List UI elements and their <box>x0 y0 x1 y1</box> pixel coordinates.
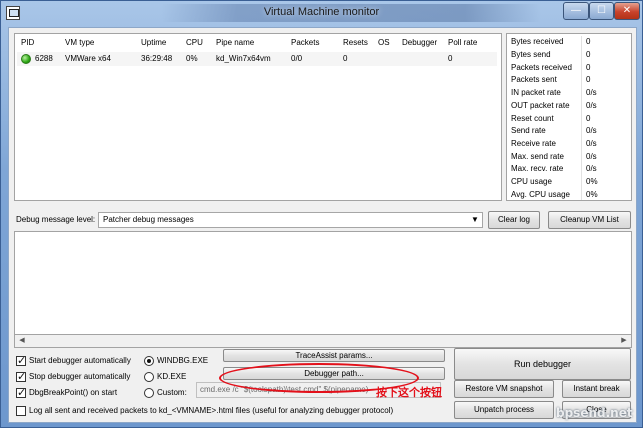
cell-cpu: 0% <box>186 54 198 63</box>
col-header-debugger[interactable]: Debugger <box>402 38 437 50</box>
log-packets-label: Log all sent and received packets to kd_… <box>29 406 394 415</box>
stop-debugger-auto-checkbox[interactable] <box>16 370 26 383</box>
cleanup-vm-list-button[interactable]: Cleanup VM List <box>548 211 631 229</box>
stat-value: 0/s <box>586 164 597 173</box>
debug-log-area[interactable] <box>14 231 632 348</box>
stat-label: CPU usage <box>511 177 552 186</box>
log-packets-checkbox[interactable] <box>16 406 26 416</box>
debug-level-value: Patcher debug messages <box>103 215 194 224</box>
cleanup-vm-list-label: Cleanup VM List <box>560 215 619 224</box>
stat-label: Receive rate <box>511 139 556 148</box>
window-title: Virtual Machine monitor <box>263 6 380 18</box>
trace-assist-params-label: TraceAssist params... <box>295 351 373 360</box>
stat-label: Avg. CPU usage <box>511 190 570 199</box>
col-header-os[interactable]: OS <box>378 38 390 50</box>
col-header-pipe-name[interactable]: Pipe name <box>216 38 254 50</box>
custom-debugger-label: Custom: <box>157 388 187 397</box>
cell-poll-rate: 0 <box>448 54 453 63</box>
stat-label: Max. send rate <box>511 152 564 161</box>
stat-label: Packets received <box>511 63 572 72</box>
stat-label: Packets sent <box>511 75 557 84</box>
restore-vm-snapshot-button[interactable]: Restore VM snapshot <box>454 380 554 398</box>
stat-value: 0 <box>586 114 591 123</box>
statistics-panel: Bytes received 0 Bytes send 0 Packets re… <box>506 33 632 201</box>
windbg-label: WINDBG.EXE <box>157 356 209 365</box>
trace-assist-params-button[interactable]: TraceAssist params... <box>223 349 445 362</box>
stat-value: 0/s <box>586 88 597 97</box>
cell-uptime: 36:29:48 <box>141 54 173 63</box>
scroll-right-icon[interactable]: ▶ <box>617 335 631 347</box>
maximize-button[interactable]: ☐ <box>589 2 614 20</box>
stat-value: 0 <box>586 37 591 46</box>
stat-label: OUT packet rate <box>511 101 570 110</box>
watermark: bpsend.net <box>556 406 633 420</box>
clear-log-button[interactable]: Clear log <box>488 211 540 229</box>
client-area: PID VM type Uptime CPU Pipe name Packets… <box>8 27 637 423</box>
stats-divider <box>581 36 582 200</box>
col-header-cpu[interactable]: CPU <box>186 38 203 50</box>
col-header-uptime[interactable]: Uptime <box>141 38 166 50</box>
close-window-button[interactable]: ✕ <box>614 2 640 20</box>
scroll-left-icon[interactable]: ◀ <box>15 335 29 347</box>
custom-debugger-radio[interactable] <box>144 388 154 398</box>
kd-label: KD.EXE <box>157 372 187 381</box>
debug-level-label: Debug message level: <box>16 215 96 224</box>
stat-value: 0 <box>586 63 591 72</box>
windbg-radio[interactable] <box>144 356 154 366</box>
log-horizontal-scrollbar[interactable]: ◀ ▶ <box>14 334 632 348</box>
vm-monitor-window: Virtual Machine monitor — ☐ ✕ PID VM typ… <box>0 0 643 428</box>
unpatch-process-button[interactable]: Unpatch process <box>454 401 554 419</box>
col-header-vm-type[interactable]: VM type <box>65 38 94 50</box>
debug-level-select[interactable]: Patcher debug messages ▼ <box>98 212 483 228</box>
stat-value: 0% <box>586 177 598 186</box>
stat-label: Reset count <box>511 114 554 123</box>
start-debugger-auto-checkbox[interactable] <box>16 354 26 367</box>
stat-label: IN packet rate <box>511 88 561 97</box>
cell-packets: 0/0 <box>291 54 303 63</box>
vm-list[interactable]: PID VM type Uptime CPU Pipe name Packets… <box>14 33 502 201</box>
annotation-text: 按下这个按钮 <box>376 386 442 399</box>
stat-label: Max. recv. rate <box>511 164 564 173</box>
stat-value: 0 <box>586 50 591 59</box>
stat-label: Bytes received <box>511 37 564 46</box>
minimize-button[interactable]: — <box>563 2 589 20</box>
stat-value: 0/s <box>586 139 597 148</box>
stat-label: Bytes send <box>511 50 551 59</box>
kd-radio[interactable] <box>144 372 154 382</box>
cell-pipe-name: kd_Win7x64vm <box>216 54 271 63</box>
stop-debugger-auto-label: Stop debugger automatically <box>29 372 131 381</box>
run-debugger-label: Run debugger <box>513 359 572 369</box>
chevron-down-icon[interactable]: ▼ <box>468 213 482 227</box>
vm-status-icon <box>21 54 31 64</box>
col-header-packets[interactable]: Packets <box>291 38 319 50</box>
col-header-resets[interactable]: Resets <box>343 38 368 50</box>
cell-vm-type: VMWare x64 <box>65 54 111 63</box>
cell-pid: 6288 <box>35 54 53 63</box>
stat-label: Send rate <box>511 126 546 135</box>
instant-break-button[interactable]: Instant break <box>562 380 631 398</box>
dbg-break-point-checkbox[interactable] <box>16 386 26 399</box>
col-header-poll-rate[interactable]: Poll rate <box>448 38 477 50</box>
stat-value: 0% <box>586 190 598 199</box>
run-debugger-button[interactable]: Run debugger <box>454 348 631 380</box>
unpatch-process-label: Unpatch process <box>473 405 535 414</box>
stat-value: 0/s <box>586 152 597 161</box>
col-header-pid[interactable]: PID <box>21 38 34 50</box>
instant-break-label: Instant break <box>573 384 620 393</box>
stat-value: 0 <box>586 75 591 84</box>
stat-value: 0/s <box>586 101 597 110</box>
restore-vm-snapshot-label: Restore VM snapshot <box>465 384 543 393</box>
start-debugger-auto-label: Start debugger automatically <box>29 356 131 365</box>
dbg-break-point-label: DbgBreakPoint() on start <box>29 388 118 397</box>
clear-log-label: Clear log <box>497 215 530 224</box>
stat-value: 0/s <box>586 126 597 135</box>
cell-resets: 0 <box>343 54 348 63</box>
title-bar[interactable]: Virtual Machine monitor — ☐ ✕ <box>1 1 642 27</box>
